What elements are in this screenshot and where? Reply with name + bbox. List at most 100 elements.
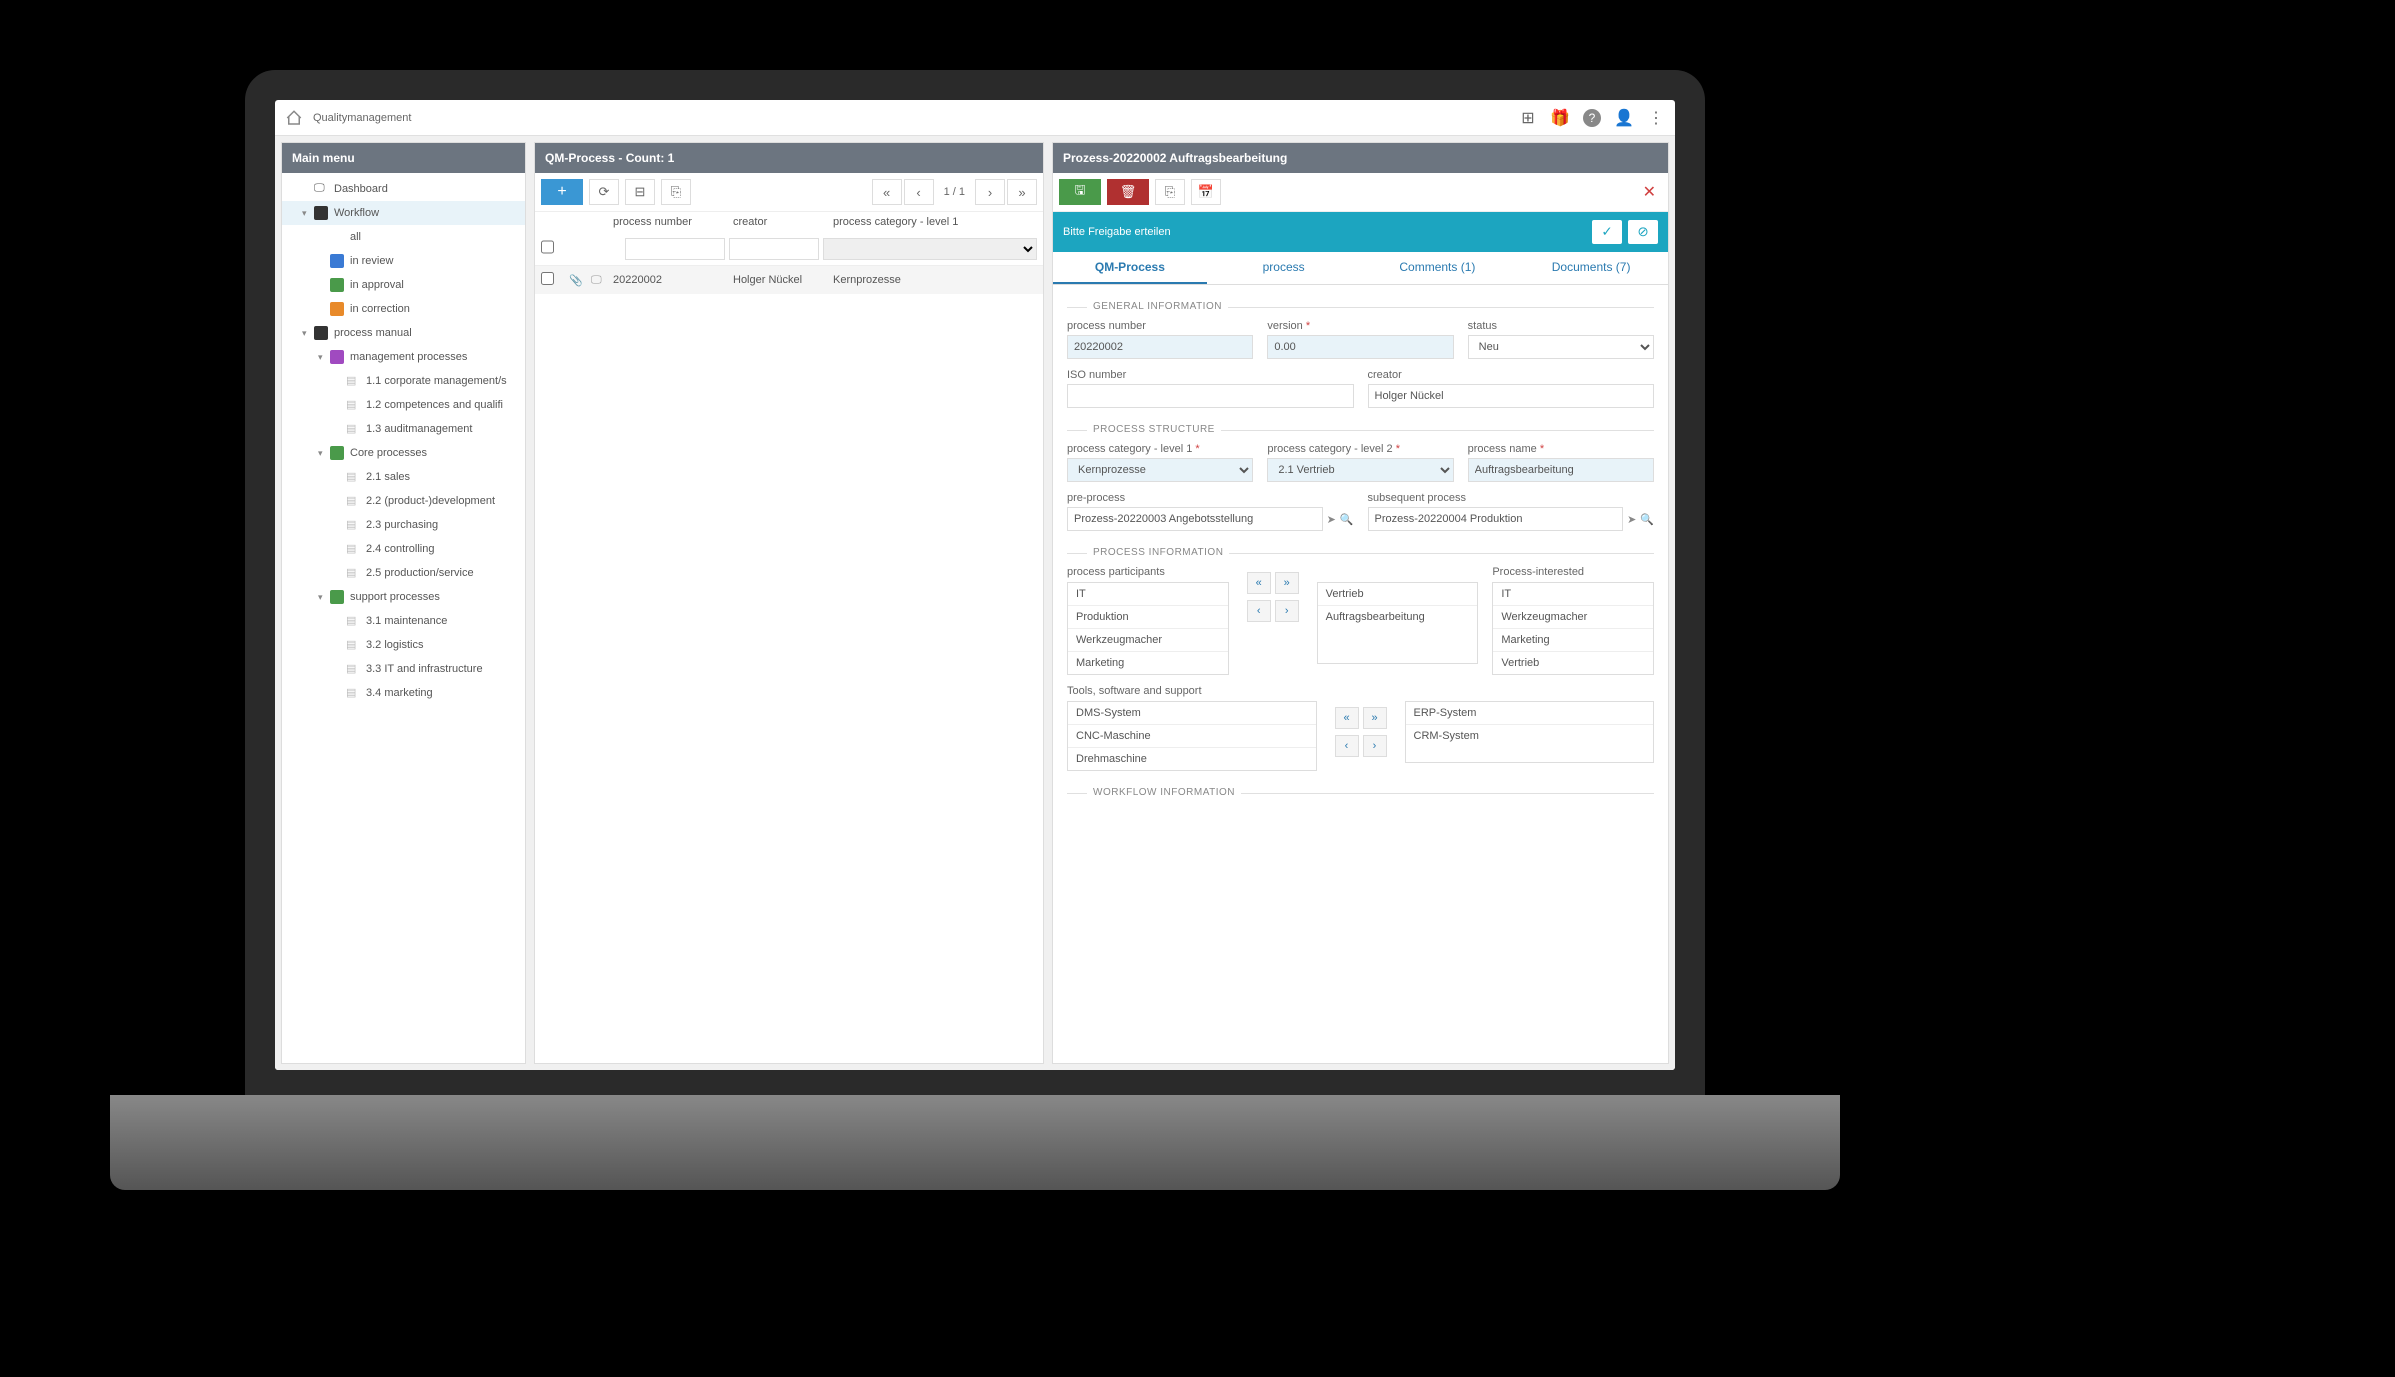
sidebar-item[interactable]: ▾Core processes (282, 441, 525, 465)
sidebar-item[interactable]: ▾support processes (282, 585, 525, 609)
save-button[interactable]: 🖫 (1059, 179, 1101, 205)
list-item[interactable]: Marketing (1493, 629, 1653, 652)
page-first[interactable]: « (872, 179, 902, 205)
tools-available[interactable]: DMS-SystemCNC-MaschineDrehmaschine (1067, 701, 1317, 771)
interested-list[interactable]: ITWerkzeugmacherMarketingVertrieb (1492, 582, 1654, 675)
tree-label: 2.5 production/service (366, 567, 474, 579)
table-row[interactable]: 📎 🖵 20220002 Holger Nückel Kernprozesse (535, 266, 1043, 294)
sidebar-item[interactable]: ▤3.4 marketing (282, 681, 525, 705)
tools-move-all-left[interactable]: « (1335, 707, 1359, 729)
refresh-button[interactable]: ⟳ (589, 179, 619, 205)
sidebar-item[interactable]: ▤1.3 auditmanagement (282, 417, 525, 441)
list-item[interactable]: ERP-System (1406, 702, 1654, 725)
export-button[interactable]: ⎘ (661, 179, 691, 205)
tab-documents[interactable]: Documents (7) (1514, 252, 1668, 284)
input-creator[interactable] (1368, 384, 1655, 408)
filter-category[interactable] (823, 238, 1037, 260)
sidebar-item[interactable]: ▤3.2 logistics (282, 633, 525, 657)
breadcrumb[interactable]: Qualitymanagement (313, 112, 411, 124)
input-pre[interactable] (1067, 507, 1323, 531)
tab-qm-process[interactable]: QM-Process (1053, 252, 1207, 284)
input-pname[interactable] (1468, 458, 1654, 482)
sidebar-item[interactable]: ▤1.2 competences and qualifi (282, 393, 525, 417)
select-all-checkbox[interactable] (541, 236, 554, 258)
row-checkbox[interactable] (541, 272, 554, 285)
sidebar-item[interactable]: ▾process manual (282, 321, 525, 345)
search-icon[interactable]: 🔍 (1640, 513, 1654, 526)
calendar-button[interactable]: 📅 (1191, 179, 1221, 205)
home-icon[interactable] (285, 109, 303, 127)
sidebar-item[interactable]: ▤3.1 maintenance (282, 609, 525, 633)
sidebar-item[interactable]: ▤3.3 IT and infrastructure (282, 657, 525, 681)
list-item[interactable]: Produktion (1068, 606, 1228, 629)
move-right[interactable]: › (1275, 600, 1299, 622)
apps-icon[interactable]: ⊞ (1519, 109, 1537, 127)
list-item[interactable]: IT (1493, 583, 1653, 606)
close-button[interactable]: ✕ (1637, 182, 1662, 202)
sidebar-item[interactable]: ▤2.2 (product-)development (282, 489, 525, 513)
tab-process[interactable]: process (1207, 252, 1361, 284)
sidebar-item[interactable]: in correction (282, 297, 525, 321)
list-item[interactable]: IT (1068, 583, 1228, 606)
tools-selected[interactable]: ERP-SystemCRM-System (1405, 701, 1655, 763)
th-process-number[interactable]: process number (613, 216, 733, 228)
approve-button[interactable]: ✓ (1592, 220, 1622, 244)
page-last[interactable]: » (1007, 179, 1037, 205)
sidebar-item[interactable]: ▤2.5 production/service (282, 561, 525, 585)
add-button[interactable]: + (541, 179, 583, 205)
page-prev[interactable]: ‹ (904, 179, 934, 205)
list-item[interactable]: CNC-Maschine (1068, 725, 1316, 748)
move-left[interactable]: ‹ (1247, 600, 1271, 622)
filter-creator[interactable] (729, 238, 819, 260)
user-icon[interactable]: 👤 (1615, 109, 1633, 127)
goto-icon[interactable]: ➤ (1327, 513, 1336, 526)
select-cat2[interactable]: 2.1 Vertrieb (1267, 458, 1453, 482)
list-item[interactable]: CRM-System (1406, 725, 1654, 747)
export-detail-button[interactable]: ⎘ (1155, 179, 1185, 205)
sidebar-item[interactable]: ▤2.1 sales (282, 465, 525, 489)
move-all-right[interactable]: » (1275, 572, 1299, 594)
participants-selected[interactable]: VertriebAuftragsbearbeitung (1317, 582, 1479, 664)
list-item[interactable]: Werkzeugmacher (1493, 606, 1653, 629)
participants-available[interactable]: ITProduktionWerkzeugmacherMarketing (1067, 582, 1229, 675)
select-cat1[interactable]: Kernprozesse (1067, 458, 1253, 482)
list-item[interactable]: Marketing (1068, 652, 1228, 674)
sidebar-item[interactable]: ▤1.1 corporate management/s (282, 369, 525, 393)
sidebar-item[interactable]: ▤2.3 purchasing (282, 513, 525, 537)
sidebar-item[interactable]: 🖵Dashboard (282, 177, 525, 201)
list-item[interactable]: DMS-System (1068, 702, 1316, 725)
reject-button[interactable]: ⊘ (1628, 220, 1658, 244)
sidebar-item[interactable]: in review (282, 249, 525, 273)
list-item[interactable]: Vertrieb (1493, 652, 1653, 674)
input-sub[interactable] (1368, 507, 1624, 531)
search-icon[interactable]: 🔍 (1340, 513, 1354, 526)
filter-button[interactable]: ⊟ (625, 179, 655, 205)
sidebar-item[interactable]: ▤2.4 controlling (282, 537, 525, 561)
gift-icon[interactable]: 🎁 (1551, 109, 1569, 127)
list-item[interactable]: Drehmaschine (1068, 748, 1316, 770)
page-next[interactable]: › (975, 179, 1005, 205)
sidebar-item[interactable]: all (282, 225, 525, 249)
input-iso[interactable] (1067, 384, 1354, 408)
delete-button[interactable]: 🗑 (1107, 179, 1149, 205)
select-status[interactable]: Neu (1468, 335, 1654, 359)
tools-move-right[interactable]: › (1363, 735, 1387, 757)
filter-pn[interactable] (625, 238, 725, 260)
input-version[interactable] (1267, 335, 1453, 359)
list-item[interactable]: Vertrieb (1318, 583, 1478, 606)
tools-move-all-right[interactable]: » (1363, 707, 1387, 729)
input-pn[interactable] (1067, 335, 1253, 359)
move-all-left[interactable]: « (1247, 572, 1271, 594)
more-icon[interactable]: ⋮ (1647, 109, 1665, 127)
tab-comments[interactable]: Comments (1) (1361, 252, 1515, 284)
goto-icon[interactable]: ➤ (1627, 513, 1636, 526)
th-creator[interactable]: creator (733, 216, 833, 228)
th-category[interactable]: process category - level 1 (833, 216, 1037, 228)
sidebar-item[interactable]: ▾management processes (282, 345, 525, 369)
list-item[interactable]: Auftragsbearbeitung (1318, 606, 1478, 628)
tools-move-left[interactable]: ‹ (1335, 735, 1359, 757)
sidebar-item[interactable]: in approval (282, 273, 525, 297)
list-item[interactable]: Werkzeugmacher (1068, 629, 1228, 652)
sidebar-item[interactable]: ▾Workflow (282, 201, 525, 225)
help-icon[interactable]: ? (1583, 109, 1601, 127)
